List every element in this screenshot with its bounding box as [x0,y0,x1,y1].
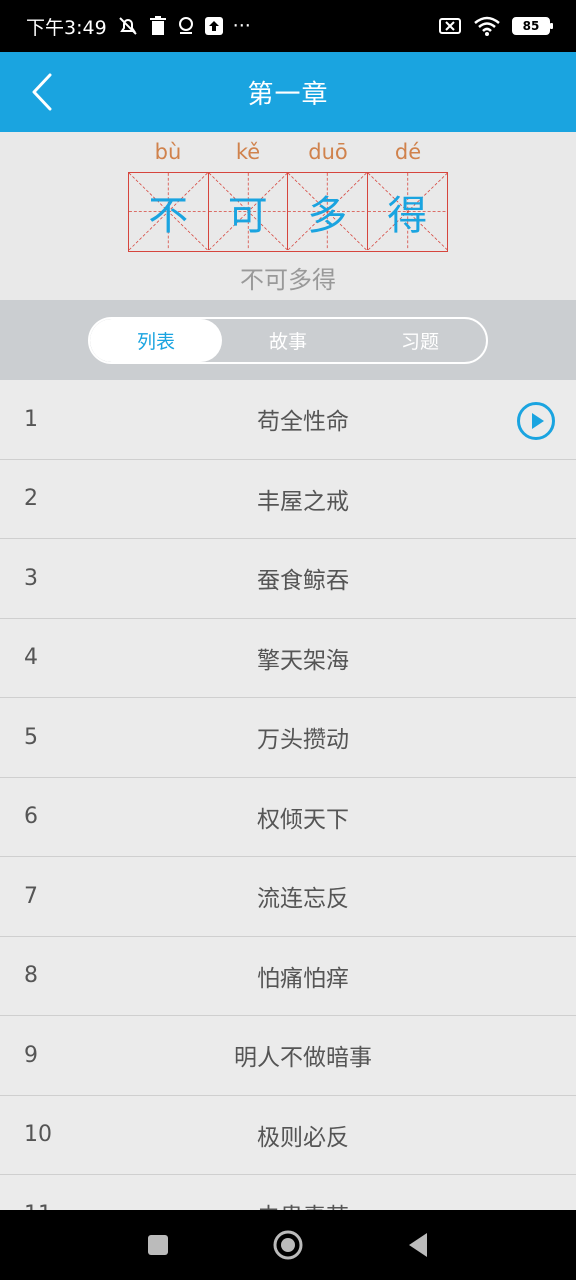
char-cell-4[interactable]: 得 [367,173,447,250]
item-title: 蚕食鲸吞 [257,568,349,595]
upload-icon [204,17,223,35]
list-item[interactable]: 8 怕痛怕痒 [0,937,576,1016]
tab-exercise[interactable]: 习题 [354,319,486,362]
item-number: 11 [24,1202,52,1210]
list-item[interactable]: 1 苟全性命 [0,380,576,460]
home-button[interactable] [270,1227,306,1263]
pinyin-3: duō [308,140,348,164]
item-title: 丰屋之戒 [257,488,349,515]
battery-icon: 85 [512,17,553,35]
item-number: 8 [24,963,38,989]
item-title: 万头攒动 [257,727,349,754]
list-item[interactable]: 10 极则必反 [0,1096,576,1175]
back-nav-button[interactable] [400,1227,436,1263]
recents-button[interactable] [140,1227,176,1263]
list-item[interactable]: 11 去患毒萌 [0,1175,576,1210]
item-number: 4 [24,645,38,671]
item-number: 7 [24,883,38,909]
char-cell-1[interactable]: 不 [129,173,209,250]
word-panel: bù kě duō dé 不 可 多 得 不可多得 [0,132,576,300]
item-number: 6 [24,804,38,830]
tabs-bar: 列表 故事 习题 [0,300,576,380]
tab-list[interactable]: 列表 [90,319,222,362]
item-title: 权倾天下 [257,806,349,833]
word-text: 不可多得 [240,266,336,294]
status-time: 下午3:49 [26,16,107,39]
home-circle-icon [273,1230,303,1260]
item-title: 去患毒萌 [0,1197,576,1210]
item-title: 苟全性命 [257,409,349,436]
list-item[interactable]: 6 权倾天下 [0,778,576,857]
square-icon [148,1235,168,1255]
status-bar: 下午3:49 ··· 85 [0,0,576,52]
play-button[interactable] [516,401,556,441]
sim-off-icon [438,16,462,36]
tab-story[interactable]: 故事 [222,319,354,362]
idiom-list: 1 苟全性命 2 丰屋之戒 3 蚕食鲸吞 4 擎天架海 5 万头攒动 6 权倾天… [0,380,576,1210]
list-item[interactable]: 4 擎天架海 [0,619,576,698]
wifi-icon [474,16,500,36]
list-item[interactable]: 9 明人不做暗事 [0,1016,576,1096]
pinyin-row: bù kě duō dé [128,140,448,170]
item-number: 3 [24,565,38,591]
char-3: 多 [307,192,348,239]
mute-bell-icon [117,15,139,37]
page-title: 第一章 [247,79,329,110]
item-number: 10 [24,1122,52,1148]
char-4: 得 [387,192,428,239]
char-2: 可 [227,192,268,239]
app-header: 第一章 [0,52,576,132]
tianzige-grid: 不 可 多 得 [128,172,448,252]
item-number: 5 [24,724,38,750]
item-title: 极则必反 [257,1124,349,1151]
char-1: 不 [148,192,189,239]
location-icon [177,16,195,36]
item-number: 2 [24,486,38,512]
char-cell-2[interactable]: 可 [208,173,288,250]
item-title: 明人不做暗事 [234,1045,372,1072]
list-item[interactable]: 3 蚕食鲸吞 [0,539,576,619]
item-number: 1 [24,406,38,432]
pinyin-2: kě [235,140,261,164]
pinyin-4: dé [394,140,422,164]
more-notifications: ··· [232,15,251,37]
pinyin-1: bù [154,140,182,164]
item-title: 怕痛怕痒 [257,965,349,992]
back-button[interactable] [22,72,62,112]
list-item[interactable]: 2 丰屋之戒 [0,460,576,539]
system-nav-bar [0,1210,576,1280]
trash-icon [149,16,167,36]
item-number: 9 [24,1042,38,1068]
item-title: 擎天架海 [257,647,349,674]
char-cell-3[interactable]: 多 [288,173,368,250]
play-icon [517,402,555,440]
list-item[interactable]: 7 流连忘反 [0,857,576,937]
chevron-left-icon [32,73,52,111]
triangle-back-icon [409,1233,427,1257]
item-title: 流连忘反 [257,886,349,913]
segmented-tabs: 列表 故事 习题 [88,317,488,364]
list-item[interactable]: 5 万头攒动 [0,698,576,778]
